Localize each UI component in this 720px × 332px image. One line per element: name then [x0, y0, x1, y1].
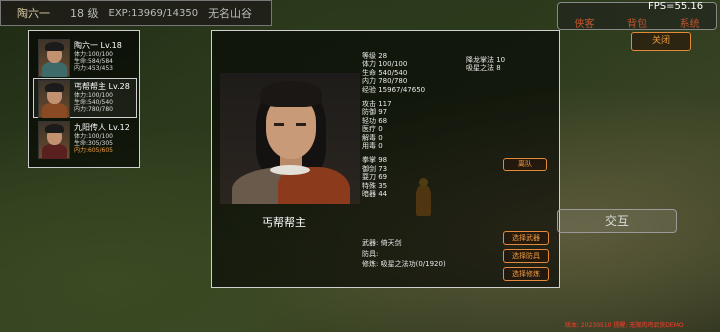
party-roster: 陶六一 Lv.18 体力:100/100 生命:584/584 内力:453/4…: [28, 30, 140, 168]
stat-hp: 生命 540/540: [362, 68, 408, 77]
stat-stamina: 体力 100/100: [362, 60, 408, 69]
close-button[interactable]: 关闭: [631, 32, 691, 51]
equipment-list: 武器: 倚天剑 防具: 修炼: 吸星之法功(0/1920): [362, 238, 446, 270]
stat-hidden-weapon: 暗器 44: [362, 190, 388, 199]
member-mp: 内力:605/605: [74, 147, 113, 154]
stat-defense: 防御 97: [362, 108, 388, 117]
stat-mp: 内力 780/780: [362, 77, 408, 86]
select-training-button[interactable]: 选择修炼: [503, 267, 549, 281]
player-level: 18 级: [70, 7, 99, 20]
member-level: Lv.18: [100, 41, 122, 50]
player-exp: EXP:13969/14350: [108, 7, 199, 19]
member-stamina: 体力:100/100: [74, 133, 113, 140]
stat-agility: 轻功 68: [362, 116, 388, 125]
stat-antidote: 解毒 0: [362, 133, 383, 142]
skill-item: 吸星之法 8: [466, 64, 501, 73]
stat-exp: 经验 15967/47650: [362, 85, 426, 94]
roster-member[interactable]: 陶六一 Lv.18 体力:100/100 生命:584/584 内力:453/4…: [33, 37, 137, 77]
stat-sword: 御剑 73: [362, 164, 388, 173]
member-name: 陶六一: [74, 41, 98, 50]
stat-blade: 耍刀 69: [362, 173, 388, 182]
stat-medicine: 医疗 0: [362, 125, 383, 134]
select-armor-button[interactable]: 选择防具: [503, 249, 549, 263]
member-name: 丐帮帮主: [74, 82, 106, 91]
roster-member[interactable]: 九阳传人 Lv.12 体力:100/100 生命:305/305 内力:605/…: [33, 119, 137, 159]
avatar: [38, 80, 70, 118]
member-mp: 内力:780/780: [74, 106, 113, 113]
member-level: Lv.12: [108, 123, 130, 132]
location-name: 无名山谷: [208, 7, 253, 20]
member-hp: 生命:540/540: [74, 99, 113, 106]
member-mp: 内力:453/453: [74, 65, 113, 72]
stat-poison: 用毒 0: [362, 142, 383, 151]
fps-counter: FPS=55.16: [648, 1, 704, 12]
interact-button[interactable]: 交互: [557, 209, 677, 233]
roster-member-selected[interactable]: 丐帮帮主 Lv.28 体力:100/100 生命:540/540 内力:780/…: [33, 78, 137, 118]
character-name: 丐帮帮主: [262, 216, 306, 229]
select-weapon-button[interactable]: 选择武器: [503, 231, 549, 245]
member-hp: 生命:305/305: [74, 140, 113, 147]
menu-system[interactable]: 系统: [680, 15, 700, 30]
avatar: [38, 121, 70, 159]
member-hp: 生命:584/584: [74, 58, 113, 65]
menu-hero[interactable]: 侠客: [574, 15, 594, 30]
stat-fist: 拳掌 98: [362, 156, 388, 165]
character-portrait: [220, 73, 360, 204]
status-bar: 陶六一 18 级 EXP:13969/14350 无名山谷: [0, 0, 272, 26]
member-name: 九阳传人: [74, 123, 106, 132]
equip-armor: 防具:: [362, 249, 379, 258]
leave-party-button[interactable]: 离队: [503, 158, 547, 171]
equip-weapon: 武器: 倚天剑: [362, 239, 402, 247]
skill-list: 降龙掌法 10 吸星之法 8: [466, 56, 505, 73]
member-stamina: 体力:100/100: [74, 51, 113, 58]
member-stamina: 体力:100/100: [74, 92, 113, 99]
member-level: Lv.28: [108, 82, 130, 91]
player-name: 陶六一: [17, 7, 50, 20]
version-footer: 版本: 20230510 提醒: 无限肉鸡武侠DEMO: [565, 322, 684, 329]
stat-special: 特殊 35: [362, 181, 388, 190]
equip-training: 修炼: 吸星之法功(0/1920): [362, 260, 446, 268]
menu-bag[interactable]: 背包: [627, 15, 647, 30]
character-panel: 丐帮帮主 等级 28 体力 100/100 生命 540/540 内力 780/…: [211, 30, 560, 288]
avatar: [38, 39, 70, 77]
stat-list: 等级 28 体力 100/100 生命 540/540 内力 780/780 经…: [362, 52, 425, 199]
